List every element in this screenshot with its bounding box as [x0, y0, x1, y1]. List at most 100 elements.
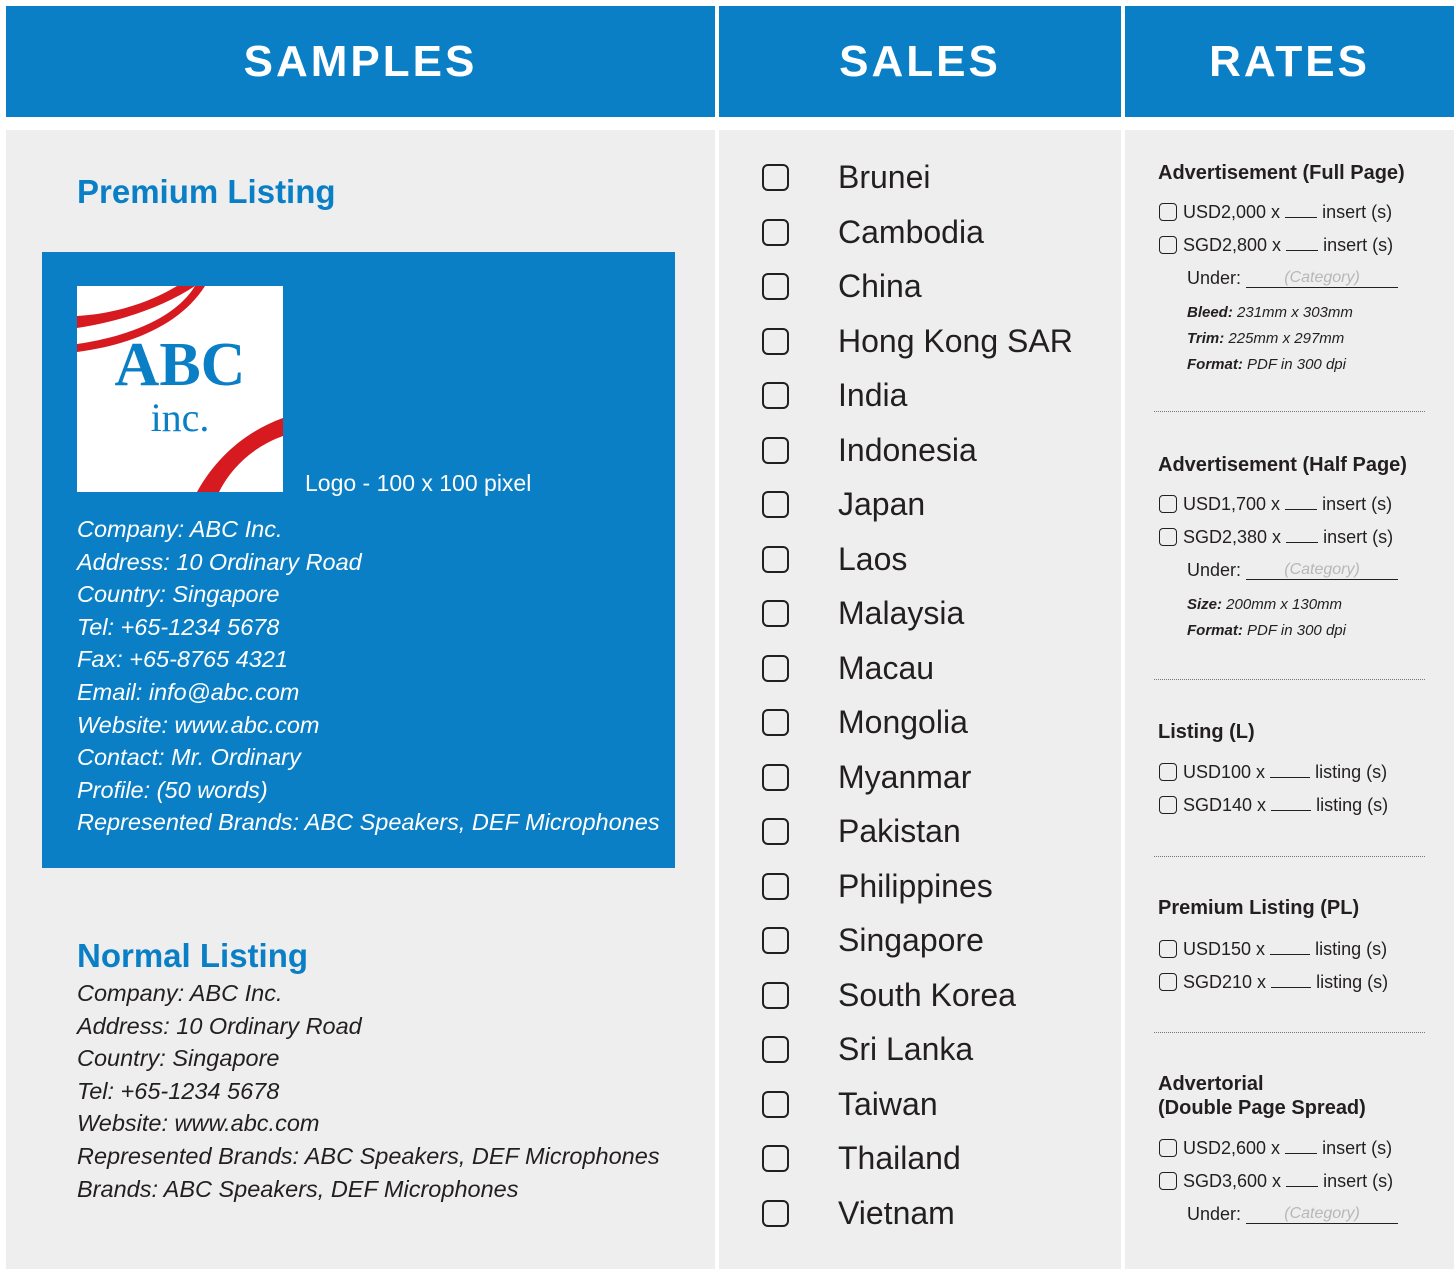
unit: listing (s) [1315, 939, 1388, 959]
under-label: Under: [1187, 1204, 1242, 1224]
country-label: Vietnam [838, 1194, 955, 1231]
category-field[interactable]: (Category) [1246, 1205, 1399, 1224]
quantity-blank[interactable] [1285, 1139, 1318, 1154]
divider [1154, 679, 1425, 680]
spec-label: Size: [1187, 596, 1223, 613]
spec-label: Bleed: [1187, 304, 1233, 321]
rate-half-page-sgd-option[interactable]: SGD2,380 x insert (s) [1159, 525, 1393, 549]
country-checkbox[interactable] [762, 654, 789, 682]
checkbox-icon[interactable] [1159, 796, 1177, 814]
rate-listing-usd-option[interactable]: USD100 x listing (s) [1159, 760, 1387, 784]
country-checkbox[interactable] [762, 1199, 789, 1227]
premium-listing-details: Company: ABC Inc. Address: 10 Ordinary R… [77, 513, 660, 839]
category-field[interactable]: (Category) [1246, 269, 1399, 288]
country-checkbox[interactable] [762, 818, 789, 845]
premium-line: Contact: Mr. Ordinary [77, 744, 301, 771]
samples-header: SAMPLES [6, 6, 715, 117]
rate-full-page-sgd-option[interactable]: SGD2,800 x insert (s) [1159, 233, 1393, 257]
rate-advertorial-usd-option[interactable]: USD2,600 x insert (s) [1159, 1136, 1392, 1160]
sales-coverage-header: SALES COVERAGE [719, 6, 1121, 197]
checkbox-icon[interactable] [1159, 1139, 1177, 1157]
quantity-blank[interactable] [1286, 236, 1319, 251]
rate-listing-title: Listing (L) [1158, 721, 1255, 743]
divider [1154, 411, 1425, 412]
divider [1154, 1032, 1425, 1033]
country-checkbox[interactable] [762, 1090, 789, 1118]
country-checkbox[interactable] [762, 491, 789, 518]
premium-line: Profile: (50 words) [77, 776, 268, 803]
country-checkbox[interactable] [762, 382, 789, 409]
country-label: Philippines [838, 867, 993, 904]
logo-text-abc: ABC [114, 331, 246, 399]
country-checkbox[interactable] [762, 327, 789, 355]
country-label: Thailand [838, 1140, 961, 1176]
normal-line: Country: Singapore [77, 1045, 280, 1072]
normal-line: Brands: ABC Speakers, DEF Microphones [77, 1175, 519, 1202]
country-label: China [838, 268, 922, 304]
country-checkbox[interactable] [762, 545, 789, 573]
country-label: Cambodia [838, 213, 984, 250]
rate-half-page-format: Format: PDF in 300 dpi [1187, 618, 1346, 644]
quantity-blank[interactable] [1270, 763, 1311, 778]
country-checkbox[interactable] [762, 763, 789, 791]
rate-premium-listing-title: Premium Listing (PL) [1158, 897, 1360, 919]
country-checkbox[interactable] [762, 872, 789, 900]
logo-caption: Logo - 100 x 100 pixel [305, 470, 532, 496]
country-checkbox[interactable] [762, 600, 789, 627]
rate-half-page-size: Size: 200mm x 130mm [1187, 592, 1342, 618]
checkbox-icon[interactable] [1159, 495, 1177, 513]
premium-line: Website: www.abc.com [77, 711, 320, 738]
rates-header-label: RATES [1209, 37, 1370, 86]
rate-premium-listing-usd-option[interactable]: USD150 x listing (s) [1159, 937, 1387, 961]
samples-header-label: SAMPLES [243, 37, 478, 86]
checkbox-icon[interactable] [1159, 203, 1177, 221]
price: SGD3,600 x [1183, 1171, 1282, 1191]
category-field[interactable]: (Category) [1246, 561, 1399, 580]
rate-half-page-usd-option[interactable]: USD1,700 x insert (s) [1159, 492, 1392, 516]
spec-value: 231mm x 303mm [1232, 304, 1353, 321]
checkbox-icon[interactable] [1159, 236, 1177, 254]
rate-full-page-title: Advertisement (Full Page) [1158, 162, 1405, 184]
price: USD100 x [1183, 762, 1266, 782]
rate-listing-sgd-option[interactable]: SGD140 x listing (s) [1159, 793, 1388, 817]
price: USD150 x [1183, 939, 1266, 959]
country-label: Laos [838, 540, 908, 577]
unit: listing (s) [1315, 762, 1388, 782]
country-label: Singapore [838, 922, 984, 958]
price: USD2,000 x [1183, 202, 1281, 222]
country-checkbox[interactable] [762, 1036, 789, 1063]
normal-line: Company: ABC Inc. [77, 980, 283, 1006]
country-checkbox[interactable] [762, 218, 789, 246]
country-label: Brunei [838, 159, 931, 195]
rate-full-page-usd-option[interactable]: USD2,000 x insert (s) [1159, 200, 1392, 224]
checkbox-icon[interactable] [1159, 763, 1177, 781]
unit: insert (s) [1322, 494, 1393, 514]
country-checkbox[interactable] [762, 927, 789, 954]
quantity-blank[interactable] [1271, 796, 1312, 811]
country-checkbox[interactable] [762, 981, 789, 1009]
checkbox-icon[interactable] [1159, 940, 1177, 958]
quantity-blank[interactable] [1285, 203, 1318, 218]
quantity-blank[interactable] [1286, 1172, 1319, 1187]
country-checkbox[interactable] [762, 709, 789, 736]
quantity-blank[interactable] [1286, 528, 1319, 543]
country-checkbox[interactable] [762, 164, 789, 191]
country-label: Taiwan [838, 1085, 938, 1122]
premium-line: Country: Singapore [77, 581, 280, 608]
rate-premium-listing-sgd-option[interactable]: SGD210 x listing (s) [1159, 970, 1388, 994]
rate-advertorial-subtitle: (Double Page Spread) [1158, 1097, 1366, 1119]
premium-line: Email: info@abc.com [77, 678, 300, 705]
checkbox-icon[interactable] [1159, 528, 1177, 546]
premium-listing-title: Premium Listing [77, 173, 336, 210]
country-checkbox[interactable] [762, 436, 789, 464]
checkbox-icon[interactable] [1159, 1172, 1177, 1190]
country-checkbox[interactable] [762, 1145, 789, 1172]
checkbox-icon[interactable] [1159, 973, 1177, 991]
unit: insert (s) [1323, 527, 1394, 547]
quantity-blank[interactable] [1285, 495, 1318, 510]
quantity-blank[interactable] [1270, 940, 1311, 955]
country-checkbox[interactable] [762, 273, 789, 300]
rate-full-page-bleed: Bleed: 231mm x 303mm [1187, 300, 1353, 326]
quantity-blank[interactable] [1271, 973, 1312, 988]
rate-advertorial-sgd-option[interactable]: SGD3,600 x insert (s) [1159, 1169, 1393, 1193]
